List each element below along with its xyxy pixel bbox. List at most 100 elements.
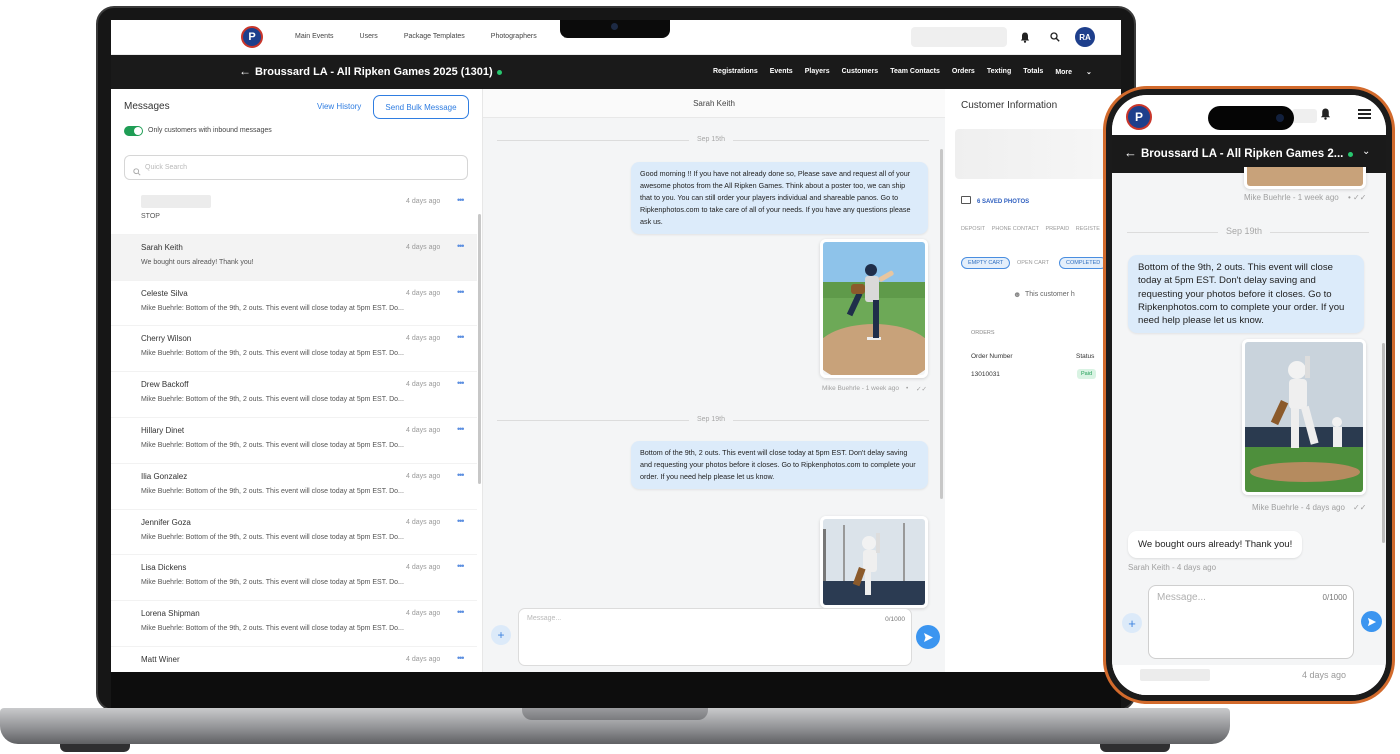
event-nav-customers[interactable]: Customers xyxy=(842,68,879,76)
event-nav-registrations[interactable]: Registrations xyxy=(713,68,758,76)
event-nav-more[interactable]: More ⌄ xyxy=(1055,68,1104,76)
message-input[interactable]: Message... 0/1000 xyxy=(1148,585,1354,659)
laptop-chin xyxy=(111,672,1121,708)
conversation-item[interactable]: Hillary Dinet Mike Buehrle: Bottom of th… xyxy=(111,418,477,464)
conversation-item[interactable]: Lorena Shipman Mike Buehrle: Bottom of t… xyxy=(111,601,477,647)
bell-icon[interactable] xyxy=(1320,108,1331,123)
view-history-link[interactable]: View History xyxy=(317,102,361,111)
add-attachment-button[interactable]: + xyxy=(491,625,511,645)
laptop-notch xyxy=(560,20,670,38)
camera-icon xyxy=(611,23,618,30)
conversation-item[interactable]: Jennifer Goza Mike Buehrle: Bottom of th… xyxy=(111,510,477,556)
more-options-icon[interactable]: ••• xyxy=(457,516,465,526)
conversation-preview: Mike Buehrle: Bottom of the 9th, 2 outs.… xyxy=(141,441,404,449)
send-icon xyxy=(1367,617,1376,626)
bell-icon[interactable] xyxy=(1017,29,1033,45)
photos-icon xyxy=(961,196,971,204)
conversation-name: Sarah Keith xyxy=(141,242,183,252)
conversation-item[interactable]: Celeste Silva Mike Buehrle: Bottom of th… xyxy=(111,281,477,327)
pitcher-photo[interactable] xyxy=(820,239,928,378)
chevron-down-icon[interactable]: ⌄ xyxy=(1362,146,1370,157)
more-options-icon[interactable]: ••• xyxy=(457,241,465,251)
laptop-base-notch xyxy=(522,708,708,720)
more-options-icon[interactable]: ••• xyxy=(457,287,465,297)
conversation-item[interactable]: Matt Winer 4 days ago ••• xyxy=(111,647,477,672)
chevron-down-icon: ⌄ xyxy=(1086,69,1092,76)
send-button[interactable] xyxy=(916,625,940,649)
outgoing-message: Good morning !! If you have not already … xyxy=(631,162,928,234)
conversation-item[interactable]: Ilia Gonzalez Mike Buehrle: Bottom of th… xyxy=(111,464,477,510)
more-options-icon[interactable]: ••• xyxy=(457,424,465,434)
more-options-icon[interactable]: ••• xyxy=(457,195,465,205)
conversation-item[interactable]: Cherry Wilson Mike Buehrle: Bottom of th… xyxy=(111,326,477,373)
conversation-item[interactable]: Lisa Dickens Mike Buehrle: Bottom of the… xyxy=(111,555,477,602)
event-title: Broussard LA - All Ripken Games 2025 (13… xyxy=(255,66,493,78)
conversation-item[interactable]: Drew Backoff Mike Buehrle: Bottom of the… xyxy=(111,372,477,418)
date-label: Sep 19th xyxy=(1218,226,1271,236)
inbound-only-toggle[interactable] xyxy=(124,126,143,136)
hamburger-menu-icon[interactable] xyxy=(1358,109,1371,119)
search-icon[interactable] xyxy=(1047,29,1063,45)
status-deposit: DEPOSIT xyxy=(961,226,986,232)
event-nav-texting[interactable]: Texting xyxy=(987,68,1011,76)
message-meta: Sarah Keith - 4 days ago xyxy=(1128,563,1217,572)
event-nav-events[interactable]: Events xyxy=(770,68,793,76)
avatar[interactable]: RA xyxy=(1075,27,1095,47)
event-nav-team-contacts[interactable]: Team Contacts xyxy=(890,68,940,76)
char-counter: 0/1000 xyxy=(1322,593,1347,602)
conversation-time: 4 days ago xyxy=(406,655,441,663)
more-options-icon[interactable]: ••• xyxy=(457,378,465,388)
status-phone-contact: PHONE CONTACT xyxy=(991,226,1039,232)
messages-title: Messages xyxy=(124,101,170,112)
customer-note: This customer h xyxy=(1025,291,1075,298)
message-input[interactable]: Message... 0/1000 xyxy=(518,608,912,666)
back-arrow-icon[interactable]: ← xyxy=(1124,145,1137,160)
nav-photographers[interactable]: Photographers xyxy=(491,33,537,40)
saved-photos-link[interactable]: 6 SAVED PHOTOS xyxy=(977,199,1029,205)
scrollbar[interactable] xyxy=(478,214,481,484)
conversation-item[interactable]: 4 days ago xyxy=(1112,665,1386,695)
more-options-icon[interactable]: ••• xyxy=(457,561,465,571)
status-badge: Paid xyxy=(1077,369,1097,379)
nav-users[interactable]: Users xyxy=(360,33,378,40)
more-options-icon[interactable]: • xyxy=(906,385,908,392)
event-nav-totals[interactable]: Totals xyxy=(1023,68,1043,76)
more-options-icon[interactable]: ••• xyxy=(457,653,465,663)
scrollbar[interactable] xyxy=(1382,343,1385,543)
back-arrow-icon[interactable]: ← xyxy=(239,64,251,78)
add-attachment-button[interactable]: + xyxy=(1122,613,1142,633)
order-number[interactable]: 13010031 xyxy=(971,371,1000,378)
customer-info-title: Customer Information xyxy=(961,100,1058,111)
event-nav-orders[interactable]: Orders xyxy=(952,68,975,76)
brand-logo[interactable]: P xyxy=(241,26,263,48)
open-cart-pill[interactable]: OPEN CART xyxy=(1011,257,1055,269)
brand-logo[interactable]: P xyxy=(1126,104,1152,130)
more-options-icon[interactable]: ••• xyxy=(457,470,465,480)
photo-partial[interactable] xyxy=(1244,167,1366,189)
conversation-item[interactable]: STOP 4 days ago ••• xyxy=(111,189,477,235)
outgoing-message: Bottom of the 9th, 2 outs. This event wi… xyxy=(631,441,928,489)
quick-search[interactable]: Quick Search xyxy=(124,155,468,180)
conversation-list: STOP 4 days ago ••• Sarah Keith We bough… xyxy=(111,189,477,672)
more-options-icon[interactable]: ••• xyxy=(457,332,465,342)
scrollbar[interactable] xyxy=(940,149,943,499)
char-counter: 0/1000 xyxy=(885,616,905,623)
send-button[interactable] xyxy=(1361,611,1382,632)
conversation-time: 4 days ago xyxy=(1302,670,1347,680)
completed-pill[interactable]: COMPLETED xyxy=(1059,257,1108,269)
search-icon xyxy=(133,163,141,181)
status-dot xyxy=(1348,152,1353,157)
conversation-item[interactable]: Sarah Keith We bought ours already! Than… xyxy=(111,234,477,281)
send-bulk-message-button[interactable]: Send Bulk Message xyxy=(373,95,469,119)
event-nav-players[interactable]: Players xyxy=(805,68,830,76)
empty-cart-pill[interactable]: EMPTY CART xyxy=(961,257,1011,269)
batter-photo[interactable] xyxy=(1242,339,1366,495)
more-options-icon[interactable]: ••• xyxy=(457,607,465,617)
redacted-name xyxy=(1140,669,1210,681)
nav-package-templates[interactable]: Package Templates xyxy=(404,33,465,40)
conversation-preview: Mike Buehrle: Bottom of the 9th, 2 outs.… xyxy=(141,533,404,541)
orders-label: ORDERS xyxy=(971,330,995,336)
message-placeholder: Message... xyxy=(527,615,562,622)
nav-main-events[interactable]: Main Events xyxy=(295,33,334,40)
batter-photo[interactable] xyxy=(820,516,928,608)
